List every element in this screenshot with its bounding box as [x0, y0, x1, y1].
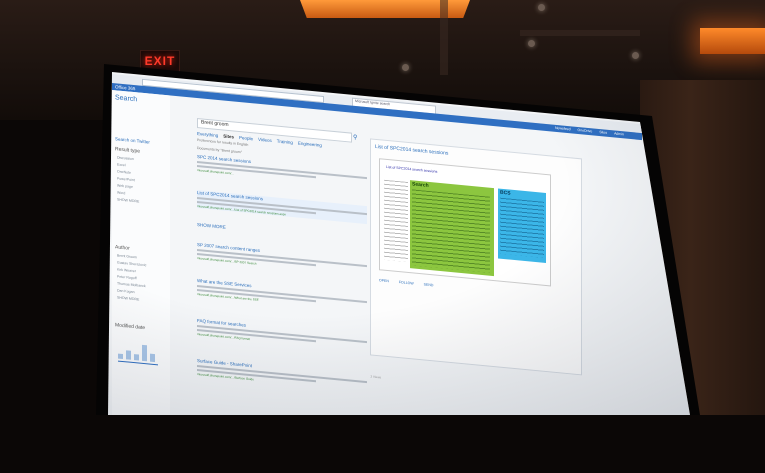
refiner-item[interactable]: Kirk Weaver	[117, 267, 136, 273]
refiner-show-more[interactable]: SHOW MORE	[117, 197, 139, 203]
preview-column-label: BCS	[500, 189, 511, 197]
suite-nav-link[interactable]: OneDrive	[578, 128, 593, 133]
ceiling-cove-light-right	[700, 28, 765, 54]
refiner-item[interactable]: Web page	[117, 183, 133, 189]
refiner-item[interactable]: Dan Kogan	[117, 288, 135, 294]
search-icon[interactable]: ⚲	[353, 134, 357, 141]
preview-column-label: Search	[412, 181, 429, 189]
preview-bcs-column: BCS	[498, 188, 546, 264]
suite-nav-link[interactable]: Sites	[599, 130, 607, 135]
refiner-item[interactable]: Excel	[117, 162, 126, 167]
result-item[interactable]: List of SPC2014 search sessions microsoft…	[197, 190, 367, 225]
refiner-item[interactable]: Brent Groom	[117, 253, 137, 259]
histogram-bar	[134, 354, 139, 361]
feedback-button[interactable]: Feedback	[612, 421, 636, 431]
hover-title[interactable]: List of SPC2014 search sessions	[375, 144, 448, 157]
hover-panel: List of SPC2014 search sessions List of …	[370, 138, 582, 376]
result-summary: Documents by "Brent groom"	[197, 146, 243, 155]
preview-header: List of SPC2014 search sessions	[386, 164, 438, 174]
hover-actions: OPEN FOLLOW SEND	[379, 278, 442, 288]
preview-sidebar	[384, 179, 408, 262]
refiner-item[interactable]: Peter Rogoff	[117, 274, 137, 280]
result-title[interactable]: SHOW MORE	[197, 222, 367, 243]
result-item[interactable]: What are the SSE Services microsoft.share…	[197, 278, 381, 312]
preview-rows	[412, 189, 490, 273]
vertical-tab[interactable]: Videos	[258, 137, 272, 143]
vertical-tab[interactable]: Everything	[197, 131, 218, 138]
refiner-show-more[interactable]: SHOW MORE	[117, 295, 139, 301]
result-item[interactable]: SPC 2014 search sessions microsoft.sharep…	[197, 154, 367, 188]
modified-date-histogram	[118, 343, 158, 363]
refiner-item[interactable]: Word	[117, 190, 125, 195]
document-preview[interactable]: List of SPC2014 search sessions Search B…	[379, 158, 551, 287]
refiner-heading: Modified date	[115, 322, 146, 332]
refiner-item[interactable]: Gustav Sherazovic	[117, 260, 146, 267]
histogram-bar	[150, 353, 155, 363]
histogram-bar	[142, 344, 147, 362]
ceiling-light	[402, 64, 409, 71]
ceiling-light	[538, 4, 545, 11]
send-action[interactable]: SEND	[424, 282, 434, 287]
projected-page: Microsoft Ignite search Office 365 Newsf…	[112, 74, 672, 431]
vertical-tab[interactable]: Engineering	[298, 141, 322, 148]
ceiling-beam	[440, 0, 448, 75]
preview-search-column: Search	[410, 180, 494, 277]
histogram-bar	[126, 350, 131, 360]
vertical-tab[interactable]: Sites	[223, 134, 234, 140]
vertical-tab[interactable]: People	[239, 135, 253, 141]
search-scope-link[interactable]: Search on Twitter	[115, 136, 150, 144]
result-item[interactable]: FAQ format for searches microsoft.sharepo…	[197, 318, 381, 352]
open-action[interactable]: OPEN	[379, 278, 389, 283]
ceiling-light	[632, 52, 639, 59]
preview-rows	[500, 197, 544, 258]
vertical-tab[interactable]: Training	[277, 139, 293, 146]
page-title: Search	[115, 94, 138, 104]
result-views: 2 Views	[370, 374, 381, 380]
ceiling-light	[528, 40, 535, 47]
suite-nav-link[interactable]: Newsfeed	[555, 126, 571, 131]
result-item[interactable]: SP 2007 search content ranges microsoft.s…	[197, 242, 381, 276]
refiner-item[interactable]: Discussion	[117, 155, 134, 161]
result-item[interactable]: SHOW MORE	[197, 222, 367, 243]
follow-action[interactable]: FOLLOW	[399, 280, 414, 285]
suite-nav-link[interactable]: Admin	[614, 131, 624, 136]
ceiling-beam	[520, 30, 640, 36]
refiner-heading: Author	[115, 244, 130, 252]
refiner-item[interactable]: OneNote	[117, 169, 131, 174]
histogram-bar	[118, 353, 123, 360]
result-item[interactable]: Surface Guide - SharePoint microsoft.shar…	[197, 358, 381, 392]
left-refiners: Search Search on Twitter Result type Dis…	[112, 90, 170, 415]
refiner-heading: Result type	[115, 146, 141, 155]
refiner-item[interactable]: PowerPoint	[117, 176, 135, 182]
refiner-item[interactable]: Thomas Molbaeck	[117, 281, 146, 288]
